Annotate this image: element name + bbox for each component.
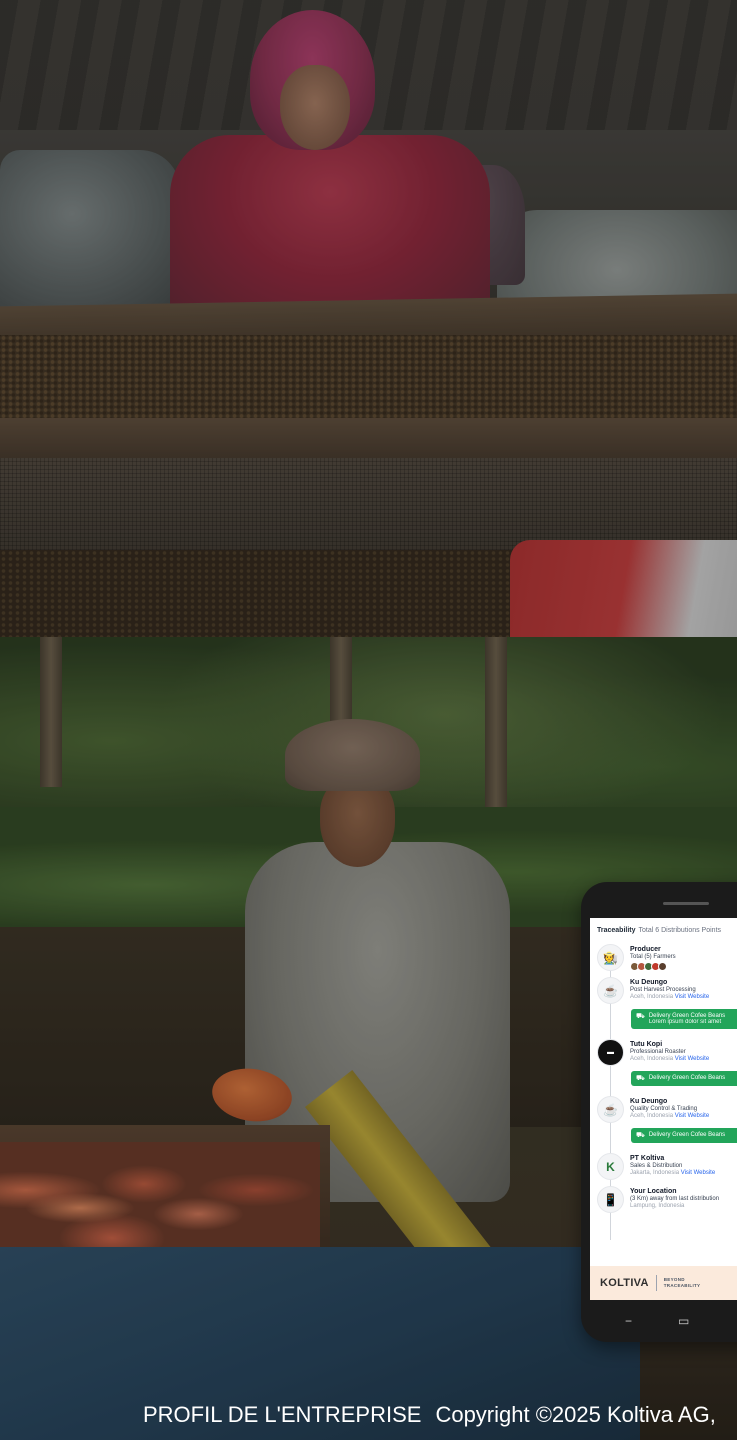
node-role: Sales & Distribution xyxy=(630,1163,683,1169)
timeline-node-tutu-kopi: ▬ Tutu Kopi Professional Roaster Aceh, I… xyxy=(597,1039,737,1066)
traceability-title: Traceability xyxy=(597,927,636,934)
menu-icon[interactable]: − xyxy=(625,1314,632,1328)
node-location: Lampung, Indonesia xyxy=(630,1203,685,1209)
site-footer: PROFIL DE L'ENTREPRISE Copyright ©2025 K… xyxy=(143,1400,716,1430)
node-name: Ku Deungo xyxy=(630,979,668,986)
visit-website-link[interactable]: Visit Website xyxy=(675,1113,709,1119)
timeline-node-your-location: 📱 Your Location (3 Km) away from last di… xyxy=(597,1186,737,1213)
node-name: Producer xyxy=(630,946,661,953)
ku-deungu-logo-icon: ☕ xyxy=(597,977,624,1004)
traceability-header: Traceability Total 6 Distributions Points xyxy=(590,918,737,938)
tutu-kopi-logo-icon: ▬ xyxy=(597,1039,624,1066)
avatar xyxy=(658,962,667,971)
delivery-badge[interactable]: ⛟ Delivery Green Cofee Beans xyxy=(631,1071,737,1086)
node-role: (3 Km) away from last distribution xyxy=(630,1196,720,1202)
phone-location-icon: 📱 xyxy=(597,1186,624,1213)
node-location: Jakarta, Indonesia xyxy=(630,1170,680,1176)
node-name: PT Koltiva xyxy=(630,1155,665,1162)
coffee-sorting-photo xyxy=(0,0,737,637)
koltiva-brand-footer: KOLTIVA BEYOND TRACEABILITY xyxy=(590,1266,737,1300)
truck-icon: ⛟ xyxy=(636,1075,645,1082)
ku-deungu-logo-icon: ☕ xyxy=(597,1096,624,1123)
delivery-badge[interactable]: ⛟ Delivery Green Cofee Beans Lorem ipsum … xyxy=(631,1009,737,1029)
node-name: Tutu Kopi xyxy=(630,1041,663,1048)
copyright-text: Copyright ©2025 Koltiva AG, xyxy=(435,1402,716,1427)
tagline-line2: TRACEABILITY xyxy=(663,1283,701,1288)
visit-website-link[interactable]: Visit Website xyxy=(681,1170,715,1176)
koltiva-k-logo-icon: K xyxy=(597,1153,624,1180)
farmer-avatars[interactable] xyxy=(630,962,676,971)
truck-icon: ⛟ xyxy=(636,1132,645,1139)
delivery-label: Delivery Green Cofee Beans xyxy=(648,1075,726,1081)
node-role: Total (5) Farmers xyxy=(630,954,676,960)
traceability-screen: Traceability Total 6 Distributions Points… xyxy=(590,918,737,1300)
delivery-detail: Lorem ipsum dolor sit amet xyxy=(648,1019,722,1025)
koltiva-logo: KOLTIVA xyxy=(600,1277,649,1289)
node-name: Ku Deungo xyxy=(630,1098,668,1105)
node-location: Aceh, Indonesia xyxy=(630,994,674,1000)
phone-speaker xyxy=(663,902,709,905)
node-role: Quality Control & Trading xyxy=(630,1106,698,1112)
traceability-subtitle: Total 6 Distributions Points xyxy=(638,927,722,934)
timeline-node-pt-koltiva: K PT Koltiva Sales & Distribution Jakart… xyxy=(597,1153,737,1180)
node-location: Aceh, Indonesia xyxy=(630,1113,674,1119)
distribution-timeline: 🧑‍🌾 Producer Total (5) Farmers xyxy=(590,944,737,1240)
node-role: Post Harvest Processing xyxy=(630,987,696,993)
node-name: Your Location xyxy=(630,1188,677,1195)
node-role: Professional Roaster xyxy=(630,1049,686,1055)
timeline-node-ku-deungo-qc: ☕ Ku Deungo Quality Control & Trading Ac… xyxy=(597,1096,737,1123)
timeline-node-producer: 🧑‍🌾 Producer Total (5) Farmers xyxy=(597,944,737,971)
timeline-node-ku-deungo-processing: ☕ Ku Deungo Post Harvest Processing Aceh… xyxy=(597,977,737,1004)
visit-website-link[interactable]: Visit Website xyxy=(675,994,709,1000)
truck-icon: ⛟ xyxy=(636,1013,645,1020)
phone-nav-bar: − ▭ xyxy=(590,1300,737,1342)
visit-website-link[interactable]: Visit Website xyxy=(675,1056,709,1062)
home-icon[interactable]: ▭ xyxy=(678,1314,689,1328)
company-profile-link[interactable]: PROFIL DE L'ENTREPRISE xyxy=(143,1402,421,1428)
producer-icon: 🧑‍🌾 xyxy=(597,944,624,971)
phone-mockup: Traceability Total 6 Distributions Points… xyxy=(581,882,737,1342)
node-location: Aceh, Indonesia xyxy=(630,1056,674,1062)
delivery-label: Delivery Green Cofee Beans xyxy=(648,1132,726,1138)
page: Traceability Total 6 Distributions Points… xyxy=(0,0,737,1440)
divider xyxy=(655,1275,657,1291)
delivery-badge[interactable]: ⛟ Delivery Green Cofee Beans xyxy=(631,1128,737,1143)
